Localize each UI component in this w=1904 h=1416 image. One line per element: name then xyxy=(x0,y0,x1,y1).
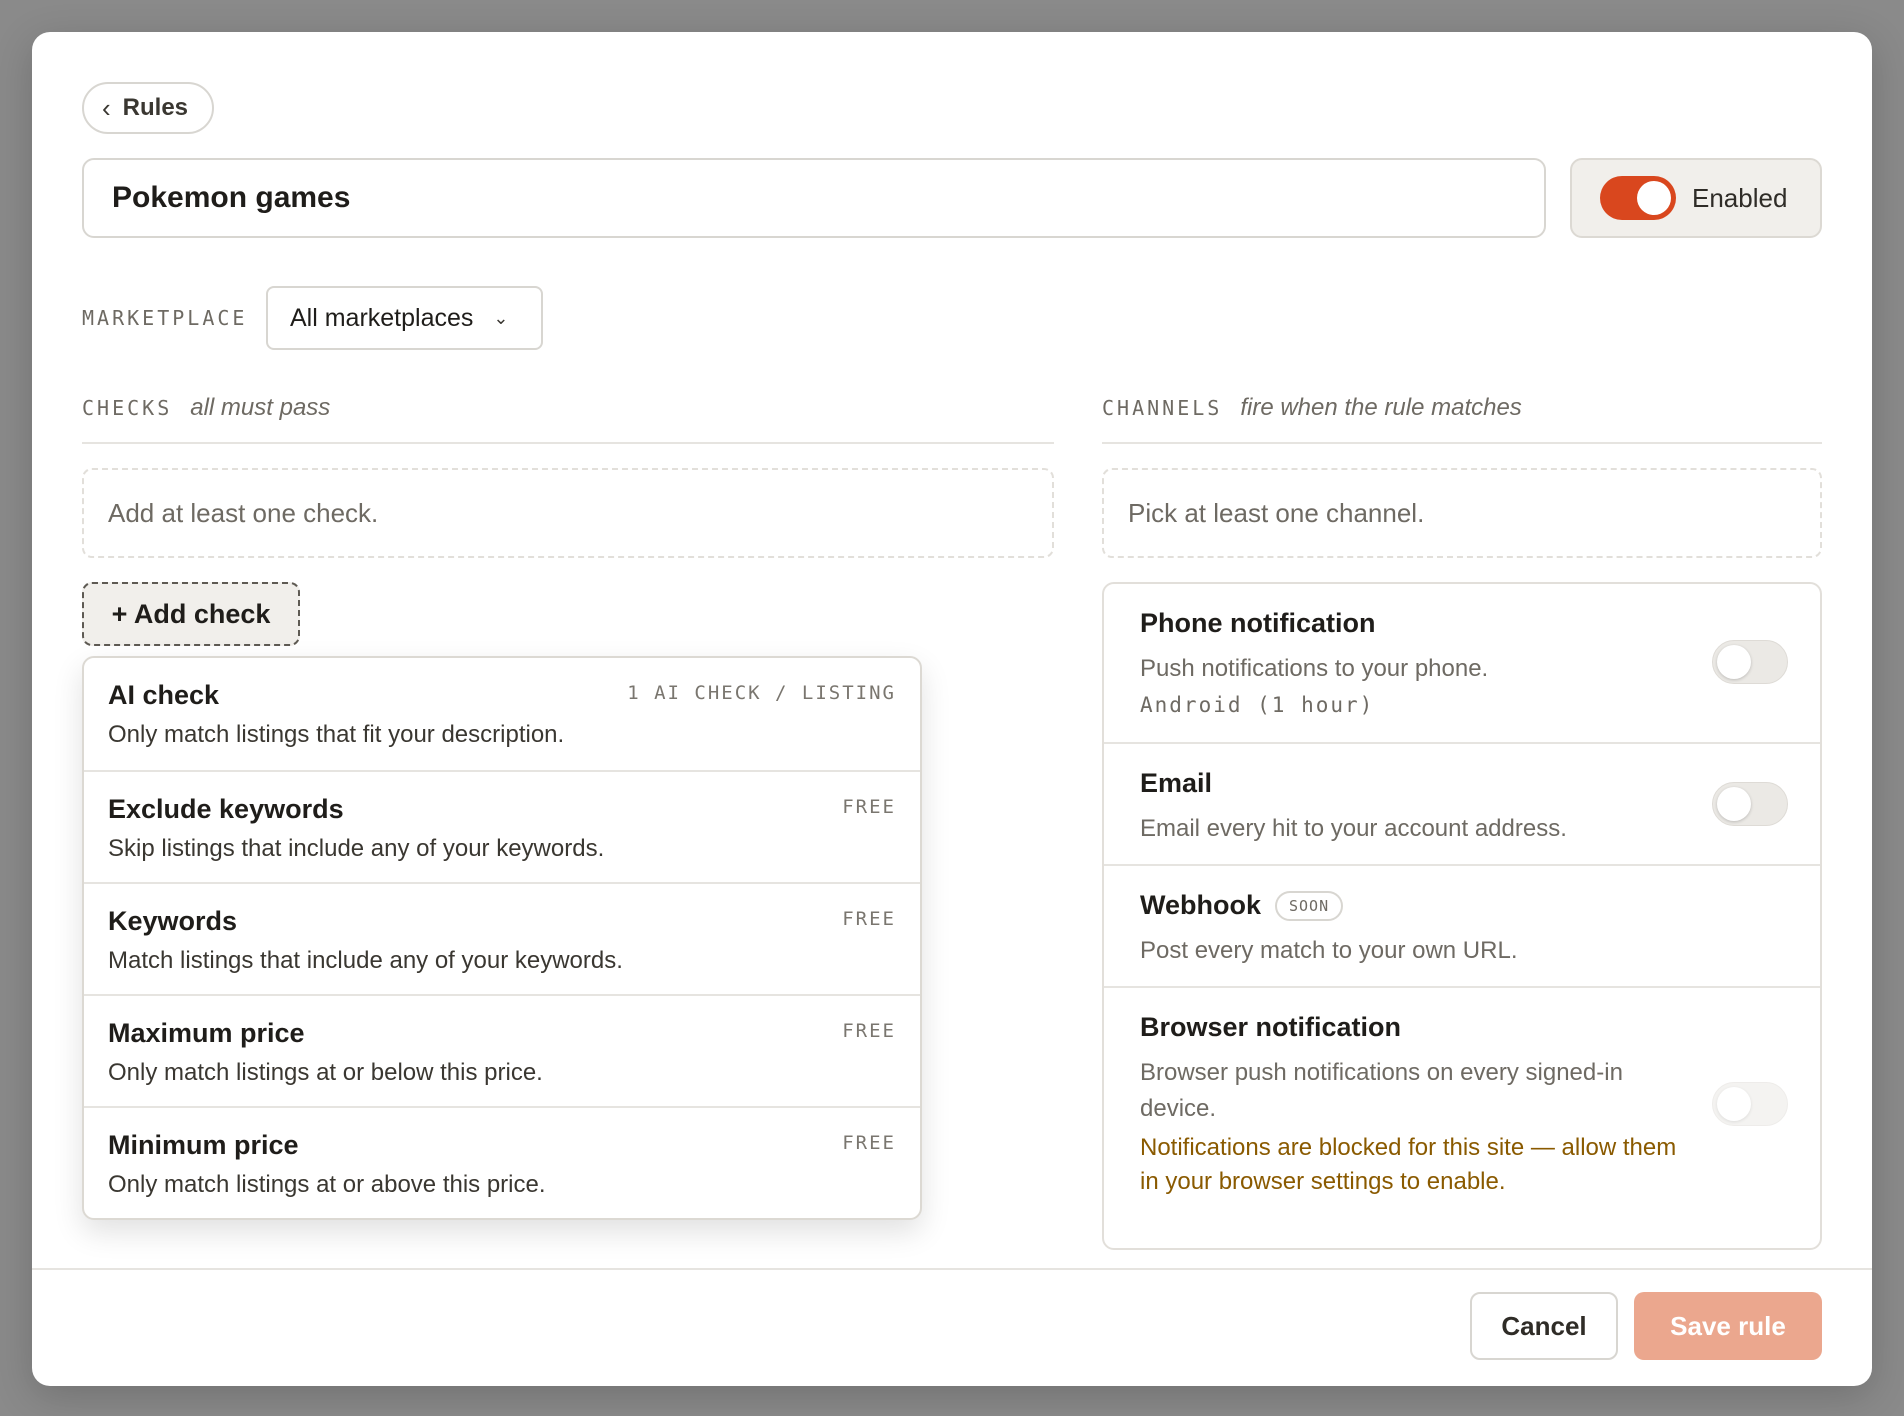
enabled-toggle[interactable] xyxy=(1600,176,1676,220)
channels-list: Phone notification Push notifications to… xyxy=(1102,582,1822,1250)
marketplace-label: MARKETPLACE xyxy=(82,306,248,330)
checks-divider xyxy=(82,442,1054,444)
back-label: Rules xyxy=(122,94,189,121)
menu-item-desc: Skip listings that include any of your k… xyxy=(108,835,605,862)
channel-title-row: Webhook SOON xyxy=(1140,890,1784,921)
menu-item-cost: 1 AI CHECK / LISTING xyxy=(627,682,896,704)
notifications-blocked-warning: Notifications are blocked for this site … xyxy=(1140,1134,1677,1195)
checks-empty-text: Add at least one check. xyxy=(108,497,379,528)
channel-desc: Browser push notifications on every sign… xyxy=(1140,1059,1623,1122)
rule-name-value: Pokemon games xyxy=(112,181,351,214)
channel-email: Email Email every hit to your account ad… xyxy=(1104,742,1820,864)
browser-notification-toggle[interactable] xyxy=(1712,1082,1788,1126)
menu-item-title: Keywords xyxy=(108,906,238,936)
channel-webhook: Webhook SOON Post every match to your ow… xyxy=(1104,864,1820,986)
menu-item-desc: Match listings that include any of your … xyxy=(108,947,623,974)
menu-item-title: Exclude keywords xyxy=(108,794,344,824)
rule-name-input[interactable]: Pokemon games xyxy=(82,158,1546,238)
toggle-knob xyxy=(1637,181,1671,215)
channel-phone-notification: Phone notification Push notifications to… xyxy=(1104,584,1820,742)
channels-empty-state: Pick at least one channel. xyxy=(1102,468,1822,558)
toggle-knob xyxy=(1717,645,1751,679)
toggle-knob xyxy=(1717,787,1751,821)
checks-hint: all must pass xyxy=(190,394,331,421)
channel-title: Email xyxy=(1140,768,1213,798)
save-rule-button[interactable]: Save rule xyxy=(1634,1292,1822,1360)
rule-editor-modal: ‹ Rules Pokemon games Enabled MARKETPLAC… xyxy=(32,32,1872,1386)
channel-device: Android (1 hour) xyxy=(1140,693,1375,717)
cancel-button[interactable]: Cancel xyxy=(1470,1292,1618,1360)
email-toggle[interactable] xyxy=(1712,782,1788,826)
channel-title: Phone notification xyxy=(1140,608,1376,638)
enabled-label: Enabled xyxy=(1692,182,1788,213)
checks-label: CHECKS xyxy=(82,396,173,420)
back-to-rules-button[interactable]: ‹ Rules xyxy=(82,82,215,134)
chevron-down-icon: ⌄ xyxy=(493,307,509,328)
add-check-label: + Add check xyxy=(111,598,271,629)
menu-item-cost: FREE xyxy=(842,796,896,818)
menu-item-title: Maximum price xyxy=(108,1018,305,1048)
marketplace-selected: All marketplaces xyxy=(290,303,474,332)
menu-item-minimum-price[interactable]: Minimum price Only match listings at or … xyxy=(84,1106,920,1218)
menu-item-keywords[interactable]: Keywords Match listings that include any… xyxy=(84,882,920,994)
channel-desc: Push notifications to your phone. xyxy=(1140,655,1489,682)
menu-item-exclude-keywords[interactable]: Exclude keywords Skip listings that incl… xyxy=(84,770,920,882)
marketplace-select[interactable]: All marketplaces ⌄ xyxy=(266,286,543,350)
enabled-toggle-container[interactable]: Enabled xyxy=(1570,158,1822,238)
menu-item-desc: Only match listings that fit your descri… xyxy=(108,721,565,748)
menu-item-cost: FREE xyxy=(842,1132,896,1154)
phone-notification-toggle[interactable] xyxy=(1712,640,1788,684)
checks-header: CHECKS all must pass xyxy=(82,394,330,422)
channels-header: CHANNELS fire when the rule matches xyxy=(1102,394,1522,422)
channels-divider xyxy=(1102,442,1822,444)
menu-item-desc: Only match listings at or below this pri… xyxy=(108,1059,543,1086)
add-check-button[interactable]: + Add check xyxy=(82,582,300,646)
menu-item-cost: FREE xyxy=(842,908,896,930)
menu-item-desc: Only match listings at or above this pri… xyxy=(108,1171,546,1198)
channel-desc: Email every hit to your account address. xyxy=(1140,815,1567,842)
menu-item-cost: FREE xyxy=(842,1020,896,1042)
channel-browser-notification: Browser notification Browser push notifi… xyxy=(1104,986,1820,1248)
channel-title: Browser notification xyxy=(1140,1012,1402,1042)
menu-item-maximum-price[interactable]: Maximum price Only match listings at or … xyxy=(84,994,920,1106)
footer-divider xyxy=(32,1268,1872,1270)
channels-label: CHANNELS xyxy=(1102,396,1223,420)
channels-hint: fire when the rule matches xyxy=(1240,394,1522,421)
chevron-left-icon: ‹ xyxy=(102,93,111,123)
channels-empty-text: Pick at least one channel. xyxy=(1128,497,1425,528)
soon-badge: SOON xyxy=(1275,890,1344,921)
checks-empty-state: Add at least one check. xyxy=(82,468,1054,558)
add-check-menu: AI check Only match listings that fit yo… xyxy=(82,656,922,1220)
channel-title: Webhook xyxy=(1140,890,1261,920)
menu-item-title: Minimum price xyxy=(108,1130,299,1160)
channel-desc: Post every match to your own URL. xyxy=(1140,937,1518,964)
menu-item-ai-check[interactable]: AI check Only match listings that fit yo… xyxy=(84,658,920,770)
toggle-knob xyxy=(1717,1087,1751,1121)
